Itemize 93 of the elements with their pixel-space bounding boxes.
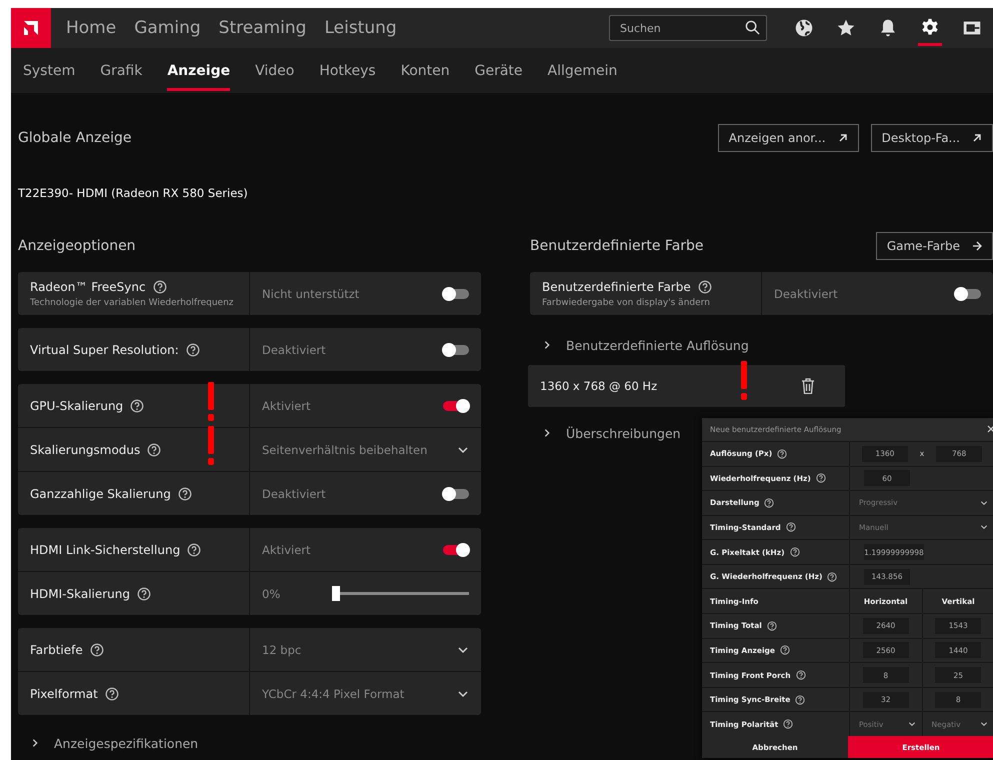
setting-label: Pixelformat bbox=[30, 686, 98, 700]
tab[interactable]: Anzeige bbox=[167, 48, 230, 93]
tab[interactable]: Hotkeys bbox=[319, 48, 376, 93]
help-icon[interactable] bbox=[178, 486, 192, 500]
help-icon[interactable] bbox=[130, 398, 144, 412]
nav-link[interactable]: Gaming bbox=[134, 18, 201, 38]
section-title: Anzeigeoptionen bbox=[18, 238, 136, 254]
tab[interactable]: Grafik bbox=[100, 48, 142, 93]
setting-value: Deaktiviert bbox=[262, 342, 326, 356]
tab[interactable]: Allgemein bbox=[548, 48, 618, 93]
help-icon[interactable] bbox=[777, 448, 788, 459]
toggle-switch[interactable] bbox=[443, 544, 469, 554]
tab[interactable]: Geräte bbox=[474, 48, 523, 93]
arrow-icon bbox=[838, 133, 848, 143]
help-icon[interactable] bbox=[187, 542, 202, 556]
section-title: Benutzerdefinierte Farbe bbox=[530, 238, 704, 254]
globe-icon[interactable] bbox=[796, 20, 812, 36]
star-icon[interactable] bbox=[838, 20, 854, 36]
setting-value: Aktiviert bbox=[262, 398, 311, 412]
dropdown-value: 12 bpc bbox=[262, 642, 302, 656]
tab[interactable]: System bbox=[23, 48, 76, 93]
toggle-switch[interactable] bbox=[443, 344, 469, 354]
chevron-right-icon bbox=[30, 738, 40, 748]
game-color-button[interactable]: Game-Farbe bbox=[876, 232, 993, 260]
chevron-down-icon bbox=[980, 498, 988, 507]
arrow-icon bbox=[972, 133, 982, 143]
help-icon[interactable] bbox=[816, 473, 826, 484]
chevron-right-icon bbox=[542, 340, 552, 350]
exit-icon[interactable] bbox=[964, 22, 980, 34]
help-icon[interactable] bbox=[152, 280, 167, 294]
bell-icon[interactable] bbox=[881, 20, 895, 36]
setting-label: Radeon™ FreeSync bbox=[30, 280, 146, 294]
setting-label: Farbtiefe bbox=[30, 642, 83, 656]
close-icon[interactable] bbox=[987, 425, 993, 434]
expander-label[interactable]: Überschreibungen bbox=[566, 426, 681, 440]
setting-value: Deaktiviert bbox=[774, 286, 838, 300]
help-icon[interactable] bbox=[90, 642, 104, 656]
chevron-down-icon bbox=[980, 720, 988, 728]
toggle-switch[interactable] bbox=[443, 400, 469, 410]
tab[interactable]: Video bbox=[255, 48, 294, 93]
chevron-right-icon bbox=[542, 428, 552, 438]
help-icon[interactable] bbox=[795, 694, 806, 705]
logo[interactable] bbox=[11, 8, 51, 48]
trash-icon[interactable] bbox=[801, 378, 815, 394]
setting-label: Virtual Super Resolution: bbox=[30, 342, 179, 356]
link-button[interactable]: Desktop-Fa... bbox=[870, 124, 993, 152]
setting-label: GPU-Skalierung bbox=[30, 398, 124, 412]
setting-value: Deaktiviert bbox=[262, 486, 326, 500]
tab[interactable]: Konten bbox=[400, 48, 450, 93]
setting-description: Technologie der variablen Wiederholfrequenz bbox=[30, 298, 235, 308]
toggle-switch[interactable] bbox=[955, 288, 981, 298]
nav-link[interactable]: Leistung bbox=[324, 18, 397, 38]
help-icon[interactable] bbox=[147, 442, 162, 456]
help-icon[interactable] bbox=[186, 342, 200, 356]
chevron-down-icon bbox=[980, 523, 988, 532]
help-icon[interactable] bbox=[827, 572, 838, 582]
link-button[interactable]: Anzeigen anor... bbox=[718, 124, 859, 152]
help-icon[interactable] bbox=[698, 280, 712, 294]
toggle-switch[interactable] bbox=[443, 488, 469, 498]
settings-icon[interactable] bbox=[922, 18, 938, 35]
arrow-icon bbox=[972, 241, 982, 251]
expander-label[interactable]: Benutzerdefinierte Auflösung bbox=[566, 338, 749, 352]
display-name: T22E390- HDMI (Radeon RX 580 Series) bbox=[18, 185, 249, 202]
help-icon[interactable] bbox=[766, 620, 777, 631]
slider-value: 0% bbox=[262, 586, 280, 600]
nav-link[interactable]: Home bbox=[66, 18, 116, 38]
dropdown-value: YCbCr 4:4:4 Pixel Format bbox=[262, 686, 404, 700]
setting-value: Nicht unterstützt bbox=[262, 286, 360, 300]
setting-label: Ganzzahlige Skalierung bbox=[30, 486, 171, 500]
setting-label: Benutzerdefinierte Farbe bbox=[542, 280, 691, 294]
chevron-down-icon bbox=[908, 720, 916, 728]
help-icon[interactable] bbox=[137, 586, 152, 600]
resolution-label: 1360 x 768 @ 60 Hz bbox=[540, 379, 658, 393]
setting-label: Skalierungsmodus bbox=[30, 442, 140, 456]
toggle-switch[interactable] bbox=[443, 288, 469, 298]
help-icon[interactable] bbox=[783, 719, 794, 730]
expander-label[interactable]: Anzeigespezifikationen bbox=[54, 736, 198, 750]
dropdown-value: Seitenverhältnis beibehalten bbox=[262, 442, 428, 456]
setting-description: Farbwiedergabe von display's ändern bbox=[542, 298, 711, 308]
help-icon[interactable] bbox=[796, 670, 806, 680]
nav-link[interactable]: Streaming bbox=[218, 18, 306, 38]
help-icon[interactable] bbox=[790, 547, 800, 558]
search-field[interactable]: Suchen bbox=[609, 15, 767, 41]
slider[interactable] bbox=[332, 586, 469, 601]
setting-value: Aktiviert bbox=[262, 542, 311, 556]
setting-label: HDMI-Skalierung bbox=[30, 586, 130, 600]
help-icon[interactable] bbox=[764, 498, 774, 508]
search-icon bbox=[745, 20, 760, 35]
page-title: Globale Anzeige bbox=[18, 130, 133, 146]
help-icon[interactable] bbox=[786, 522, 796, 532]
help-icon[interactable] bbox=[104, 686, 119, 700]
setting-label: HDMI Link-Sicherstellung bbox=[30, 542, 180, 556]
help-icon[interactable] bbox=[780, 645, 790, 656]
